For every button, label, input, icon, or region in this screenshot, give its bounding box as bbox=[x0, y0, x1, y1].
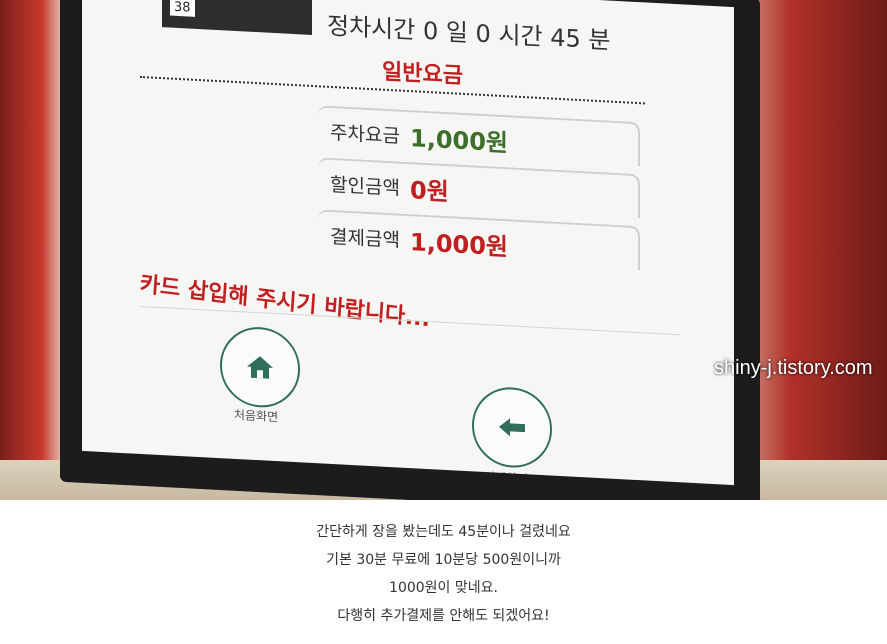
fee-value: 1,000원 bbox=[410, 124, 508, 158]
caption-line: 기본 30분 무료에 10분당 500원이니까 bbox=[326, 552, 561, 568]
home-button-label: 처음화면 bbox=[234, 407, 279, 425]
license-plate-text: 38 bbox=[170, 0, 195, 17]
caption-line: 간단하게 장을 봤는데도 45분이나 걸렸네요 bbox=[316, 524, 571, 540]
kiosk-photo: 38 정차시간 0 일 0 시간 45 분 일반요금 주차요금 1,000원 할… bbox=[0, 0, 887, 500]
home-button[interactable] bbox=[220, 325, 300, 410]
caption-line: 다행히 추가결제를 안해도 되겠어요! bbox=[337, 608, 550, 624]
fee-value: 1,000원 bbox=[410, 228, 508, 262]
insert-card-message: 카드 삽입해 주시기 바랍니다... bbox=[138, 272, 431, 333]
fee-label: 주차요금 bbox=[330, 121, 400, 148]
rate-type: 일반요금 bbox=[382, 59, 463, 89]
caption-line: 1000원이 맞네요. bbox=[389, 580, 498, 596]
back-arrow-icon bbox=[499, 418, 525, 437]
blog-watermark: shiny-j.tistory.com bbox=[714, 357, 873, 379]
back-button[interactable] bbox=[472, 385, 552, 470]
fee-label: 결제금액 bbox=[330, 225, 400, 252]
parking-time: 정차시간 0 일 0 시간 45 분 bbox=[327, 11, 611, 55]
fee-label: 할인금액 bbox=[330, 173, 400, 200]
license-plate-thumbnail: 38 bbox=[162, 0, 312, 35]
home-icon bbox=[247, 356, 273, 379]
fee-value: 0원 bbox=[410, 176, 449, 207]
kiosk-screen: 38 정차시간 0 일 0 시간 45 분 일반요금 주차요금 1,000원 할… bbox=[82, 0, 734, 486]
photo-caption: 간단하게 장을 봤는데도 45분이나 걸렸네요 기본 30분 무료에 10분당 … bbox=[0, 500, 887, 644]
fee-row-payment: 결제금액 1,000원 bbox=[318, 209, 640, 271]
fee-row-discount: 할인금액 0원 bbox=[318, 157, 640, 219]
fee-row-parking: 주차요금 1,000원 bbox=[318, 105, 640, 167]
